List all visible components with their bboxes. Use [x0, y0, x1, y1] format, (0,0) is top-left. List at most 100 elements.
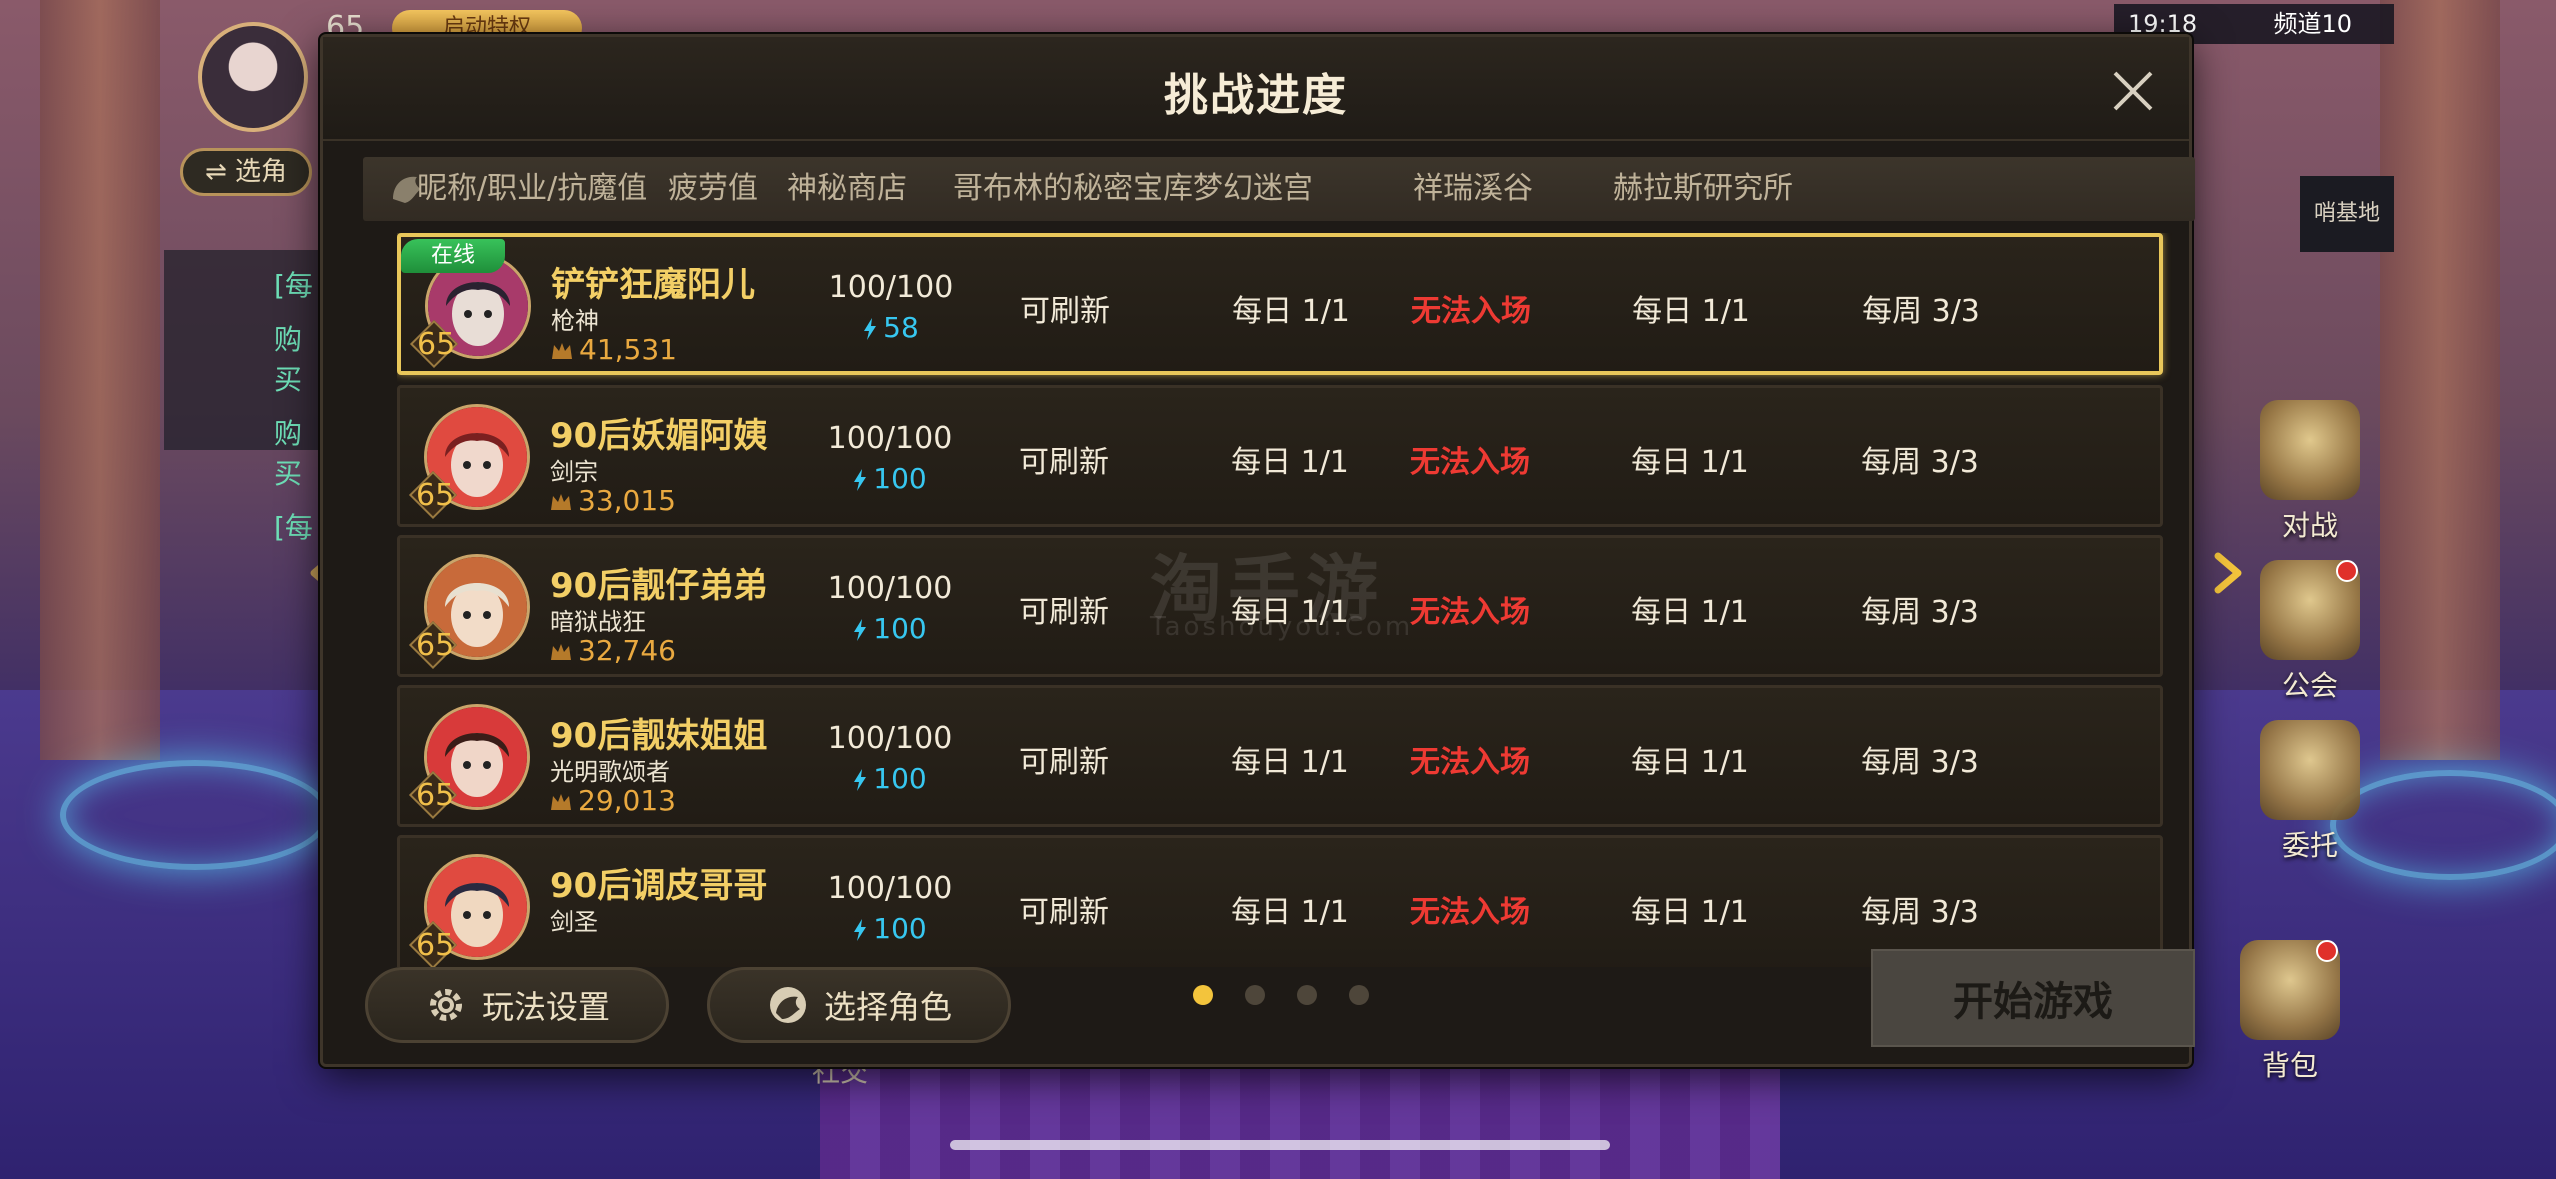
start-game-button[interactable]: 开始游戏 — [1871, 949, 2195, 1047]
level-text: 65 — [416, 628, 455, 663]
energy-value: 100 — [853, 459, 927, 499]
side-button-commission[interactable]: 委托 — [2250, 720, 2370, 864]
character-job: 剑宗 — [550, 458, 598, 486]
button-label: 选择角色 — [823, 988, 952, 1026]
side-button-guild[interactable]: 公会 — [2250, 560, 2370, 704]
side-button-bag[interactable]: 背包 — [2230, 940, 2350, 1084]
energy-number: 100 — [873, 462, 927, 495]
base-button[interactable]: 哨基地 — [2300, 176, 2394, 252]
player-avatar[interactable] — [198, 22, 308, 132]
select-role-button[interactable]: 选择角色 — [707, 967, 1011, 1043]
lightning-icon — [854, 469, 867, 491]
magic-circle-left — [60, 760, 330, 870]
home-indicator — [950, 1140, 1610, 1150]
shop-cell: 可刷新 — [1019, 445, 1109, 480]
power-value: 33,015 — [578, 484, 676, 517]
level-text: 65 — [417, 327, 456, 362]
notice-board-icon — [2260, 720, 2360, 820]
character-row[interactable]: 65 在线 铲铲狂魔阳儿 枪神 41,531 100/100 58 可刷新 每日 1/1 无法入场… — [397, 233, 2163, 375]
energy-value: 100 — [853, 759, 927, 799]
crown-icon — [551, 494, 571, 510]
character-power: 29,013 — [550, 784, 676, 817]
energy-number: 58 — [883, 311, 919, 344]
lab-cell: 每周 3/3 — [1861, 745, 1979, 780]
fatigue-value: 100/100 — [827, 571, 953, 606]
crown-icon — [552, 343, 572, 359]
gameplay-settings-button[interactable]: 玩法设置 — [365, 967, 669, 1043]
side-button-label: 公会 — [2281, 669, 2338, 702]
character-name: 90后妖媚阿姨 — [550, 416, 768, 456]
shop-cell: 可刷新 — [1019, 595, 1109, 630]
power-value: 29,013 — [578, 784, 676, 817]
character-row[interactable]: 65 90后靓妹姐姐 光明歌颂者 29,013 100/100 100 可刷新 每日 1/1 无… — [397, 685, 2163, 827]
character-name: 铲铲狂魔阳儿 — [551, 265, 755, 305]
energy-value: 100 — [853, 909, 927, 949]
lab-cell: 每周 3/3 — [1861, 595, 1979, 630]
side-button-label: 委托 — [2281, 829, 2338, 862]
energy-number: 100 — [873, 612, 927, 645]
fatigue-value: 100/100 — [827, 421, 953, 456]
page-dot[interactable] — [1193, 985, 1213, 1005]
side-button-battle[interactable]: 对战 — [2250, 400, 2370, 544]
fatigue-value: 100/100 — [827, 871, 953, 906]
page-dot[interactable] — [1245, 985, 1265, 1005]
character-row[interactable]: 65 90后调皮哥哥 剑圣 100/100 100 可刷新 每日 1/1 无法入场 每日 1/1… — [397, 835, 2163, 967]
lab-cell: 每周 3/3 — [1861, 895, 1979, 930]
character-job: 枪神 — [551, 307, 599, 335]
notification-dot — [2316, 940, 2338, 962]
valley-cell: 每日 1/1 — [1631, 745, 1749, 780]
fatigue-value: 100/100 — [827, 721, 953, 756]
close-icon[interactable] — [2107, 65, 2159, 117]
shop-cell: 可刷新 — [1019, 745, 1109, 780]
level-text: 65 — [416, 928, 455, 963]
column-header: 神秘商店 — [787, 171, 907, 206]
character-power: 33,015 — [550, 484, 676, 517]
chat-panel[interactable]: [每 购买 购买 [每 — [164, 250, 324, 544]
character-name: 90后调皮哥哥 — [550, 866, 768, 906]
pillar-right — [2380, 0, 2500, 760]
maze-cell: 无法入场 — [1410, 445, 1530, 480]
chat-line: [每 — [274, 269, 313, 302]
maze-cell: 无法入场 — [1410, 895, 1530, 930]
valley-cell: 每日 1/1 — [1631, 595, 1749, 630]
maze-cell: 无法入场 — [1410, 745, 1530, 780]
character-name: 90后靓妹姐姐 — [550, 716, 768, 756]
maze-cell: 无法入场 — [1411, 294, 1531, 329]
lab-cell: 每周 3/3 — [1861, 445, 1979, 480]
level-badge: 65 — [406, 768, 460, 822]
energy-number: 100 — [873, 762, 927, 795]
gear-icon — [429, 989, 462, 1021]
fatigue-cell: 100/100 100 — [790, 688, 990, 830]
valley-cell: 每日 1/1 — [1631, 895, 1749, 930]
power-value: 41,531 — [579, 333, 677, 366]
maze-cell: 无法入场 — [1410, 595, 1530, 630]
crossed-swords-icon — [2260, 400, 2360, 500]
character-row[interactable]: 65 90后妖媚阿姨 剑宗 33,015 100/100 100 可刷新 每日 1/1 无法入场… — [397, 385, 2163, 527]
fatigue-cell: 100/100 58 — [791, 237, 991, 379]
energy-value: 100 — [853, 609, 927, 649]
character-power: 41,531 — [551, 333, 677, 366]
character-job: 剑圣 — [550, 908, 598, 936]
character-job: 光明歌颂者 — [550, 758, 670, 786]
energy-value: 58 — [863, 308, 919, 348]
column-header: 梦幻迷宫 — [1193, 171, 1313, 206]
level-text: 65 — [416, 478, 455, 513]
shop-cell: 可刷新 — [1019, 895, 1109, 930]
page-dot[interactable] — [1297, 985, 1317, 1005]
lightning-icon — [854, 919, 867, 941]
status-channel: 频道10 — [2273, 10, 2353, 38]
lightning-icon — [864, 318, 877, 340]
level-badge: 65 — [407, 317, 461, 371]
switch-role-button[interactable]: ⇌ 选角 — [180, 148, 312, 196]
level-badge: 65 — [406, 918, 460, 967]
role-icon — [769, 987, 806, 1023]
column-header: 祥瑞溪谷 — [1413, 171, 1533, 206]
page-dot[interactable] — [1349, 985, 1369, 1005]
level-badge: 65 — [406, 618, 460, 672]
column-header: 赫拉斯研究所 — [1613, 171, 1793, 206]
fatigue-cell: 100/100 100 — [790, 838, 990, 967]
pillar-left — [40, 0, 160, 760]
side-button-label: 对战 — [2281, 509, 2338, 542]
notification-dot — [2336, 560, 2358, 582]
next-page-arrow-icon[interactable] — [2202, 548, 2252, 598]
